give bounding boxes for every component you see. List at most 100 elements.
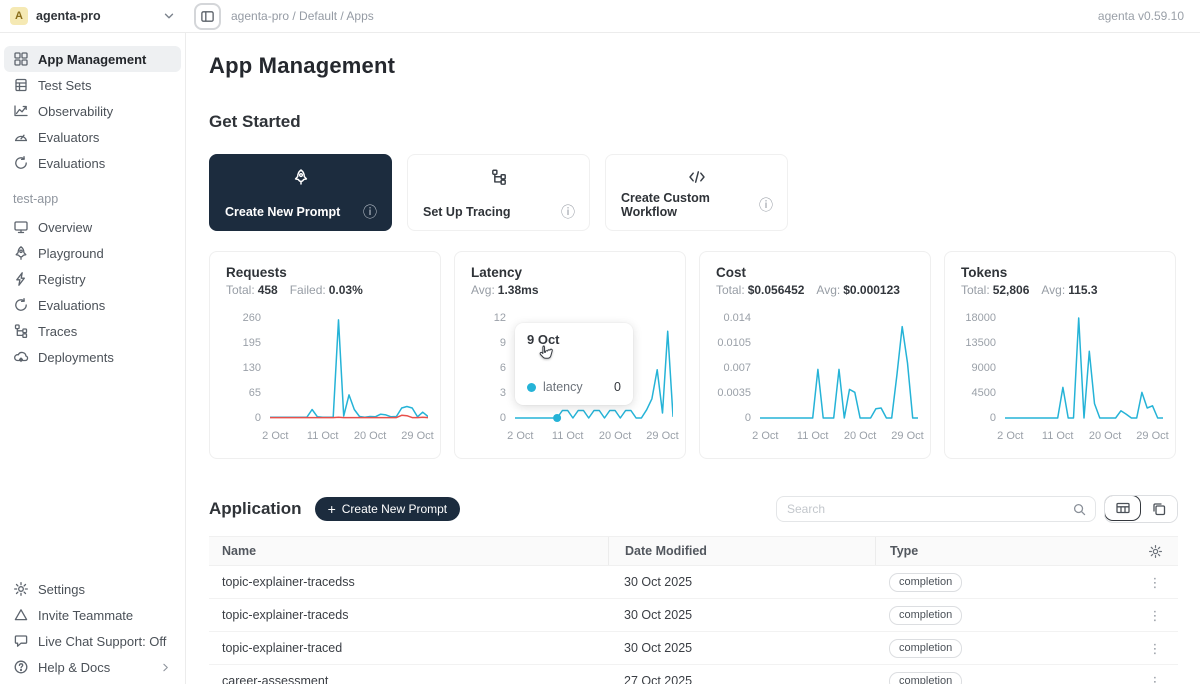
y-axis-tick: 260: [243, 312, 261, 324]
chart-plot: 2 Oct11 Oct20 Oct29 Oct: [760, 314, 918, 443]
rocket-icon: [13, 245, 29, 261]
column-header-name[interactable]: Name: [209, 544, 608, 558]
sidebar-project-item-evaluations[interactable]: Evaluations: [4, 292, 181, 318]
sidebar-footer-item-help-docs[interactable]: Help & Docs: [4, 654, 181, 680]
y-axis: 129630: [471, 314, 515, 422]
y-axis-tick: 0.0105: [717, 337, 751, 349]
table-row[interactable]: topic-explainer-traced30 Oct 2025complet…: [209, 632, 1178, 665]
sidebar-footer-item-invite-teammate[interactable]: Invite Teammate: [4, 602, 181, 628]
sidebar-item-app-management[interactable]: App Management: [4, 46, 181, 72]
sidebar-item-label: Evaluations: [38, 156, 105, 171]
info-icon[interactable]: ⓘ: [363, 205, 377, 219]
metric-cards-row: RequestsTotal:458Failed:0.03%26019513065…: [209, 251, 1178, 459]
sidebar: App ManagementTest SetsObservability Eval…: [0, 33, 186, 684]
row-menu-button[interactable]: ⋮: [1149, 609, 1162, 622]
cell-type: completion: [875, 672, 1132, 684]
sidebar-footer-item-settings[interactable]: Settings: [4, 576, 181, 602]
sidebar-item-label: Invite Teammate: [38, 608, 133, 623]
x-axis-tick: 20 Oct: [599, 430, 631, 442]
sidebar-item-label: Registry: [38, 272, 86, 287]
metric-title: Cost: [716, 265, 918, 280]
sidebar-footer-item-live-chat-support-off[interactable]: Live Chat Support: Off: [4, 628, 181, 654]
evaluations-icon: [13, 155, 29, 171]
card-view-icon: [1151, 501, 1167, 517]
sidebar-item-label: Evaluators: [38, 130, 99, 145]
get-started-heading: Get Started: [209, 112, 1178, 132]
metric-chart: 0.0140.01050.0070.003502 Oct11 Oct20 Oct…: [716, 314, 918, 443]
sidebar-toggle-button[interactable]: [194, 3, 221, 30]
application-header: Application + Create New Prompt: [209, 495, 1178, 523]
metric-card-latency: LatencyAvg:1.38ms1296302 Oct11 Oct20 Oct…: [454, 251, 686, 459]
table-row[interactable]: topic-explainer-tracedss30 Oct 2025compl…: [209, 566, 1178, 599]
y-axis-tick: 9000: [972, 362, 996, 374]
metric-stats: Total:458Failed:0.03%: [226, 283, 428, 297]
x-axis-tick: 11 Oct: [307, 430, 339, 442]
get-started-card-create-custom-workflow[interactable]: Create Custom Workflowⓘ: [605, 154, 788, 231]
tracing-icon: [423, 168, 575, 186]
metric-stat: Avg:115.3: [1041, 283, 1097, 297]
row-menu-button[interactable]: ⋮: [1149, 576, 1162, 589]
x-axis-tick: 2 Oct: [997, 430, 1023, 442]
traces-icon: [13, 323, 29, 339]
sidebar-item-label: Playground: [38, 246, 104, 261]
sidebar-project-item-playground[interactable]: Playground: [4, 240, 181, 266]
card-label: Set Up Tracing: [423, 205, 511, 219]
sidebar-item-observability[interactable]: Observability: [4, 98, 181, 124]
table-header-row: Name Date Modified Type: [209, 536, 1178, 566]
search-input[interactable]: [787, 502, 1072, 516]
metric-chart-svg[interactable]: [270, 314, 428, 422]
y-axis-tick: 12: [494, 312, 506, 324]
sidebar-project-item-deployments[interactable]: Deployments: [4, 344, 181, 370]
metric-card-cost: CostTotal:$0.056452Avg:$0.0001230.0140.0…: [699, 251, 931, 459]
get-started-card-create-new-prompt[interactable]: Create New Promptⓘ: [209, 154, 392, 231]
table-row[interactable]: career-assessment27 Oct 2025completion⋮: [209, 665, 1178, 684]
info-icon[interactable]: ⓘ: [561, 205, 575, 219]
sidebar-item-test-sets[interactable]: Test Sets: [4, 72, 181, 98]
table-view-icon: [1115, 500, 1131, 516]
sidebar-project-item-registry[interactable]: Registry: [4, 266, 181, 292]
chevron-right-icon: [159, 661, 172, 674]
workspace-name: agenta-pro: [36, 9, 101, 23]
y-axis-tick: 0: [990, 412, 996, 424]
column-header-type[interactable]: Type: [875, 537, 1132, 565]
rocket-icon: [225, 168, 377, 186]
create-new-prompt-button[interactable]: + Create New Prompt: [315, 497, 461, 521]
sidebar-item-evaluations[interactable]: Evaluations: [4, 150, 181, 176]
y-axis-tick: 0: [255, 412, 261, 424]
metric-chart-svg[interactable]: [760, 314, 918, 422]
table-row[interactable]: topic-explainer-traceds30 Oct 2025comple…: [209, 599, 1178, 632]
breadcrumb: agenta-pro / Default / Apps: [231, 9, 374, 23]
metric-chart-svg[interactable]: [1005, 314, 1163, 422]
table-view-button[interactable]: [1104, 495, 1141, 521]
table-settings-gear-icon[interactable]: [1148, 544, 1163, 559]
project-label: test-app: [4, 192, 181, 206]
card-view-button[interactable]: [1140, 496, 1177, 522]
sidebar-project-item-overview[interactable]: Overview: [4, 214, 181, 240]
x-axis-tick: 2 Oct: [262, 430, 288, 442]
search-icon[interactable]: [1072, 502, 1087, 517]
info-icon[interactable]: ⓘ: [759, 198, 773, 212]
mouse-cursor-icon: [536, 343, 555, 368]
sidebar-item-evaluators[interactable]: Evaluators: [4, 124, 181, 150]
x-axis: 2 Oct11 Oct20 Oct29 Oct: [1005, 427, 1163, 443]
y-axis-tick: 195: [243, 337, 261, 349]
y-axis-tick: 0.014: [723, 312, 751, 324]
create-new-prompt-label: Create New Prompt: [342, 502, 447, 516]
workspace-selector[interactable]: A agenta-pro: [0, 7, 186, 25]
chat-icon: [13, 633, 29, 649]
metric-title: Requests: [226, 265, 428, 280]
column-header-date-modified[interactable]: Date Modified: [608, 537, 875, 565]
sidebar-main-nav: App ManagementTest SetsObservability Eval…: [4, 46, 181, 176]
row-menu-button[interactable]: ⋮: [1149, 675, 1162, 684]
version-label: agenta v0.59.10: [1098, 9, 1200, 23]
sidebar-project-item-traces[interactable]: Traces: [4, 318, 181, 344]
chevron-down-icon: [162, 9, 176, 23]
get-started-card-set-up-tracing[interactable]: Set Up Tracing ⓘ: [407, 154, 590, 231]
type-badge: completion: [889, 639, 962, 658]
x-axis-tick: 29 Oct: [1136, 430, 1168, 442]
row-menu-button[interactable]: ⋮: [1149, 642, 1162, 655]
x-axis-tick: 20 Oct: [1089, 430, 1121, 442]
evaluators-icon: [13, 129, 29, 145]
triangle-icon: [13, 607, 29, 623]
cell-name: topic-explainer-tracedss: [209, 575, 608, 589]
